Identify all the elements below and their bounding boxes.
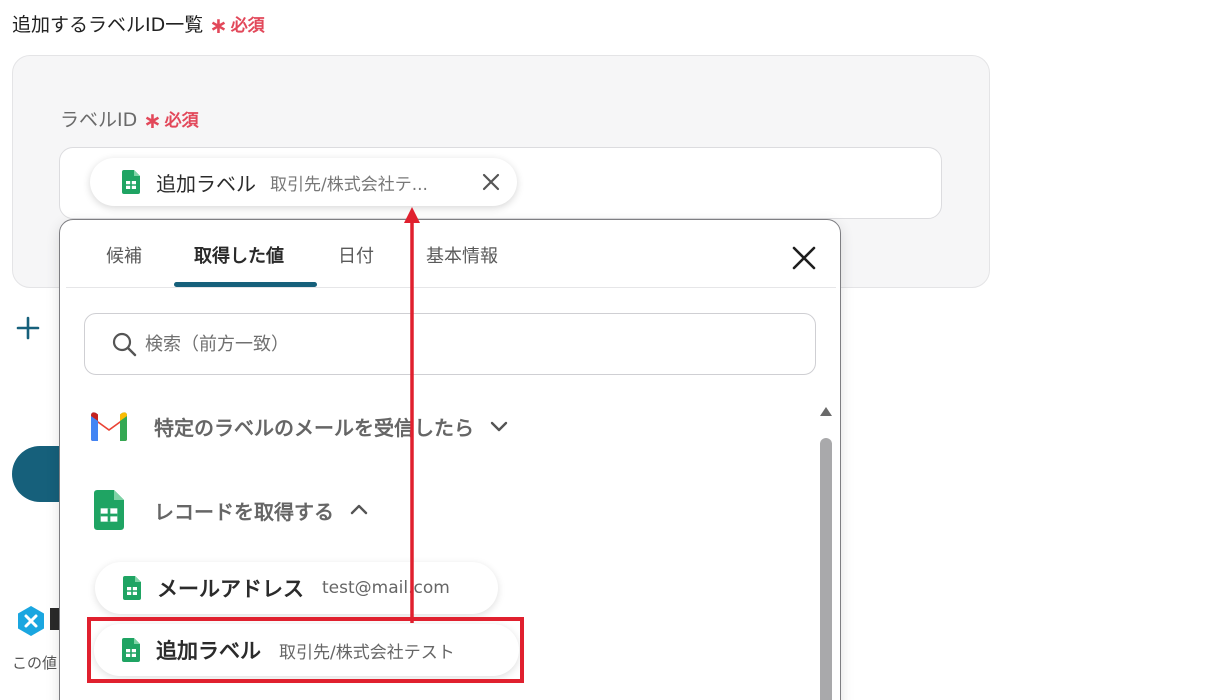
selected-value-chip[interactable]: 追加ラベル 取引先/株式会社テ... bbox=[90, 158, 517, 206]
tab-retrieved-values[interactable]: 取得した値 bbox=[194, 242, 284, 268]
value-picker-panel: 候補 取得した値 日付 基本情報 特定のラベルのメールを受信したら bbox=[59, 219, 841, 700]
google-sheets-icon bbox=[122, 638, 140, 662]
google-sheets-icon bbox=[123, 576, 141, 600]
group-title: レコードを取得する bbox=[154, 499, 334, 524]
item-value: 取引先/株式会社テスト bbox=[279, 642, 455, 663]
gmail-icon bbox=[91, 412, 127, 441]
section-title: 追加するラベルID一覧 ∗ 必須 bbox=[12, 10, 265, 37]
required-badge: ∗ 必須 bbox=[143, 106, 199, 134]
add-icon[interactable] bbox=[16, 316, 40, 340]
group-gmail-trigger[interactable]: 特定のラベルのメールを受信したら bbox=[88, 410, 510, 442]
close-icon[interactable] bbox=[791, 245, 817, 271]
chip-name: 追加ラベル bbox=[156, 171, 256, 196]
google-sheets-icon bbox=[94, 490, 124, 530]
list-item-email[interactable]: メールアドレス test@mail.com bbox=[95, 562, 498, 614]
scroll-up-arrow-icon[interactable] bbox=[819, 406, 833, 418]
required-badge: ∗ 必須 bbox=[209, 11, 265, 39]
tab-candidates[interactable]: 候補 bbox=[106, 242, 142, 268]
google-sheets-icon bbox=[122, 170, 140, 194]
search-input[interactable] bbox=[145, 333, 745, 355]
required-asterisk-icon: ∗ bbox=[143, 108, 162, 134]
active-tab-indicator bbox=[174, 282, 317, 287]
search-icon bbox=[112, 332, 137, 357]
chevron-up-icon bbox=[350, 504, 368, 515]
item-value: test@mail.com bbox=[322, 578, 450, 598]
tab-date[interactable]: 日付 bbox=[338, 242, 374, 268]
remove-chip-icon[interactable] bbox=[479, 170, 503, 194]
search-box[interactable] bbox=[84, 313, 816, 375]
scrollbar-thumb[interactable] bbox=[820, 438, 832, 700]
label-id-text: ラベルID bbox=[60, 109, 138, 131]
label-id-field-label: ラベルID ∗ 必須 bbox=[60, 105, 199, 132]
tab-basic-info[interactable]: 基本情報 bbox=[426, 242, 498, 268]
chevron-down-icon bbox=[490, 421, 508, 432]
item-name: メールアドレス bbox=[157, 577, 304, 601]
section-title-text: 追加するラベルID一覧 bbox=[12, 14, 204, 36]
group-title: 特定のラベルのメールを受信したら bbox=[154, 415, 474, 440]
chip-value: 取引先/株式会社テ... bbox=[270, 174, 428, 195]
group-get-record[interactable]: レコードを取得する bbox=[94, 490, 370, 530]
required-label: 必須 bbox=[164, 111, 199, 131]
required-asterisk-icon: ∗ bbox=[209, 13, 228, 39]
list-item-added-label[interactable]: 追加ラベル 取引先/株式会社テスト bbox=[94, 624, 519, 676]
app-logo-icon bbox=[18, 606, 44, 636]
helper-text: この値 bbox=[12, 654, 58, 672]
required-label: 必須 bbox=[230, 16, 265, 36]
tab-bar: 候補 取得した値 日付 基本情報 bbox=[66, 220, 836, 288]
item-name: 追加ラベル bbox=[156, 639, 261, 663]
